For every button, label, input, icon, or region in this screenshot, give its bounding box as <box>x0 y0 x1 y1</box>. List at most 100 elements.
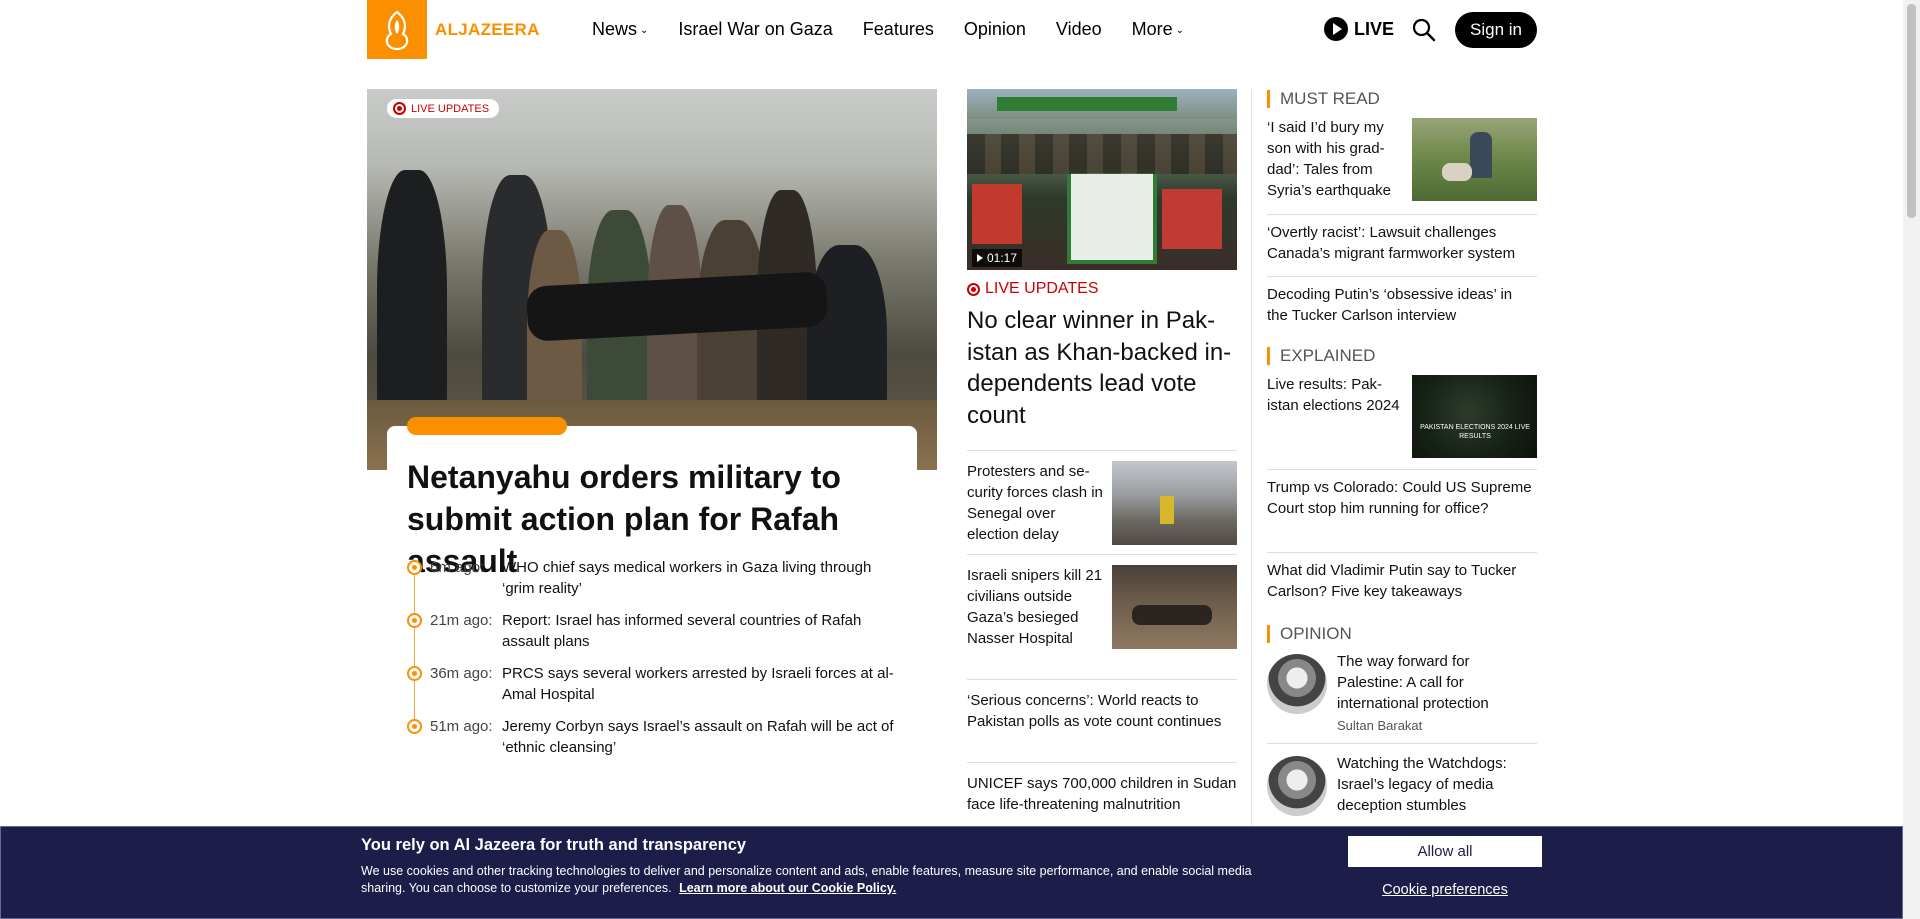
divider <box>1267 743 1537 744</box>
hero-card: Netanyahu orders military to sub­mit act… <box>387 417 917 756</box>
center-story[interactable]: ‘Serious concerns’: World reacts to Paki… <box>967 679 1237 762</box>
timeline-item[interactable]: 21m ago: Report: Israel has informed sev… <box>407 610 907 652</box>
opinion-heading: OPINION <box>1267 624 1352 644</box>
live-record-icon <box>967 282 980 296</box>
video-duration-badge: 01:17 <box>972 249 1023 267</box>
must-read-heading: MUST READ <box>1267 89 1380 109</box>
cookie-title: You rely on Al Jazeera for truth and tra… <box>361 836 747 854</box>
nav-more[interactable]: More ⌄ <box>1132 19 1184 40</box>
nav-features[interactable]: Features <box>863 19 934 40</box>
divider <box>1267 214 1537 215</box>
timeline-item[interactable]: 6m ago: WHO chief says medical workers i… <box>407 557 907 599</box>
opinion-label: OPINION <box>1280 624 1352 643</box>
nav-features-label: Features <box>862 19 934 39</box>
nav-gaza-label: Israel War on Gaza <box>678 19 833 39</box>
explained-label: EXPLAINED <box>1280 346 1376 365</box>
page-scrollbar[interactable] <box>1903 0 1920 919</box>
center-story-title: Israeli snipers kill 21 civilians out­si… <box>967 567 1103 647</box>
opinion-author[interactable]: Sultan Barakat <box>1337 718 1422 733</box>
nav-video-label: Video <box>1055 19 1102 39</box>
timeline-dot-icon <box>407 719 422 734</box>
timeline-text: WHO chief says medical workers in Gaza l… <box>502 559 872 597</box>
live-updates-timeline: 6m ago: WHO chief says medical workers i… <box>407 557 907 769</box>
author-avatar[interactable] <box>1267 756 1327 816</box>
hero-accent-bar <box>407 417 567 435</box>
explained-thumbnail[interactable]: PAKISTAN ELECTIONS 2024 LIVE RESULTS <box>1412 375 1537 458</box>
live-record-icon <box>393 102 406 115</box>
nav-news[interactable]: News ⌄ <box>592 19 648 40</box>
center-story-thumbnail <box>1112 461 1237 545</box>
explained-heading: EXPLAINED <box>1267 346 1375 366</box>
timeline-item[interactable]: 51m ago: Jeremy Corbyn says Israel’s ass… <box>407 716 907 758</box>
divider <box>1267 552 1537 553</box>
nav-opinion-label: Opinion <box>963 19 1026 39</box>
must-read-title: Decoding Putin’s ‘obsessive ideas’ in th… <box>1267 286 1513 324</box>
cookie-policy-link[interactable]: Learn more about our Cookie Policy. <box>679 881 896 895</box>
timeline-dot-icon <box>407 666 422 681</box>
center-story-title: Protesters and se­curity forces clash in… <box>967 463 1103 543</box>
center-live-label: LIVE UPDATES <box>985 280 1099 297</box>
must-read-label: MUST READ <box>1280 89 1380 108</box>
explained-title: What did Vladimir Putin say to Tucker Ca… <box>1267 562 1517 600</box>
explained-title: Trump vs Colorado: Could US Supreme Cour… <box>1267 479 1532 517</box>
site-header: ALJAZEERA News ⌄ Israel War on Gaza Featu… <box>367 0 1537 59</box>
timeline-time: 21m ago: <box>430 612 493 629</box>
center-story[interactable]: Israeli snipers kill 21 civilians out­si… <box>967 554 1237 679</box>
play-icon <box>1324 17 1348 41</box>
must-read-story[interactable]: ‘Overtly racist’: Lawsuit challenges Can… <box>1267 222 1537 264</box>
must-read-title: ‘Overtly racist’: Lawsuit challenges Can… <box>1267 224 1516 262</box>
aljazeera-logo-icon <box>385 10 409 50</box>
aljazeera-logo[interactable] <box>367 0 427 59</box>
timeline-dot-icon <box>407 613 422 628</box>
live-button[interactable]: LIVE <box>1324 17 1394 41</box>
hero-image[interactable] <box>367 89 937 470</box>
opinion-story-title[interactable]: The way forward for Palestine: A call fo… <box>1337 651 1537 714</box>
nav-video[interactable]: Video <box>1056 19 1102 40</box>
main-nav: News ⌄ Israel War on Gaza Features Opinio… <box>592 19 1214 40</box>
timeline-text: Report: Israel has informed several coun… <box>502 612 862 650</box>
center-story[interactable]: UNICEF says 700,000 children in Su­dan f… <box>967 762 1237 826</box>
cookie-preferences-link[interactable]: Cookie preferences <box>1348 882 1542 898</box>
hero-live-badge: LIVE UPDATES <box>387 99 500 118</box>
timeline-item[interactable]: 36m ago: PRCS says several workers arres… <box>407 663 907 705</box>
cookie-text: We use cookies and other tracking techno… <box>361 863 1291 897</box>
live-label: LIVE <box>1354 18 1395 39</box>
chevron-down-icon: ⌄ <box>640 25 649 36</box>
explained-story[interactable]: Trump vs Colorado: Could US Supreme Cour… <box>1267 477 1537 519</box>
sign-in-button[interactable]: Sign in <box>1455 12 1537 48</box>
logo-wordmark[interactable]: ALJAZEERA <box>435 20 540 40</box>
nav-opinion[interactable]: Opinion <box>964 19 1026 40</box>
author-avatar[interactable] <box>1267 654 1327 714</box>
must-read-story[interactable]: Decoding Putin’s ‘obsessive ideas’ in th… <box>1267 284 1537 326</box>
explained-story[interactable]: What did Vladimir Putin say to Tucker Ca… <box>1267 560 1537 602</box>
opinion-story-title[interactable]: Watching the Watchdogs: Israel’s legacy … <box>1337 753 1537 816</box>
center-story-title: ‘Serious concerns’: World reacts to Paki… <box>967 692 1222 730</box>
search-icon[interactable] <box>1411 17 1437 43</box>
nav-israel-war-on-gaza[interactable]: Israel War on Gaza <box>678 19 832 40</box>
must-read-title: ‘I said I’d bury my son with his grad­da… <box>1267 119 1391 199</box>
hero-live-label: LIVE UPDATES <box>411 102 490 115</box>
divider <box>1267 276 1537 277</box>
center-headline[interactable]: No clear winner in Pak­istan as Khan-bac… <box>967 305 1237 431</box>
center-video-thumbnail[interactable]: 01:17 <box>967 89 1237 270</box>
column-divider <box>1251 89 1252 829</box>
timeline-time: 51m ago: <box>430 718 493 735</box>
explained-story[interactable]: Live results: Pak­istan elections 2024 <box>1267 374 1402 416</box>
timeline-text: PRCS says several workers arrested by Is… <box>502 665 894 703</box>
center-story-thumbnail <box>1112 565 1237 649</box>
nav-news-label: News <box>592 19 638 39</box>
allow-all-button[interactable]: Allow all <box>1348 836 1542 867</box>
center-live-badge: LIVE UPDATES <box>967 280 1099 298</box>
chevron-down-icon: ⌄ <box>1175 25 1185 36</box>
divider <box>1267 469 1537 470</box>
explained-thumb-caption: PAKISTAN ELECTIONS 2024 LIVE RESULTS <box>1420 424 1530 440</box>
nav-more-label: More <box>1131 19 1173 39</box>
timeline-dot-icon <box>407 560 422 575</box>
timeline-time: 36m ago: <box>430 665 493 682</box>
center-story-title: UNICEF says 700,000 children in Su­dan f… <box>967 775 1237 813</box>
explained-title: Live results: Pak­istan elections 2024 <box>1267 376 1400 414</box>
must-read-thumbnail[interactable] <box>1412 118 1537 201</box>
scrollbar-thumb[interactable] <box>1907 4 1916 218</box>
center-story[interactable]: Protesters and se­curity forces clash in… <box>967 450 1237 545</box>
must-read-story[interactable]: ‘I said I’d bury my son with his grad­da… <box>1267 117 1402 201</box>
